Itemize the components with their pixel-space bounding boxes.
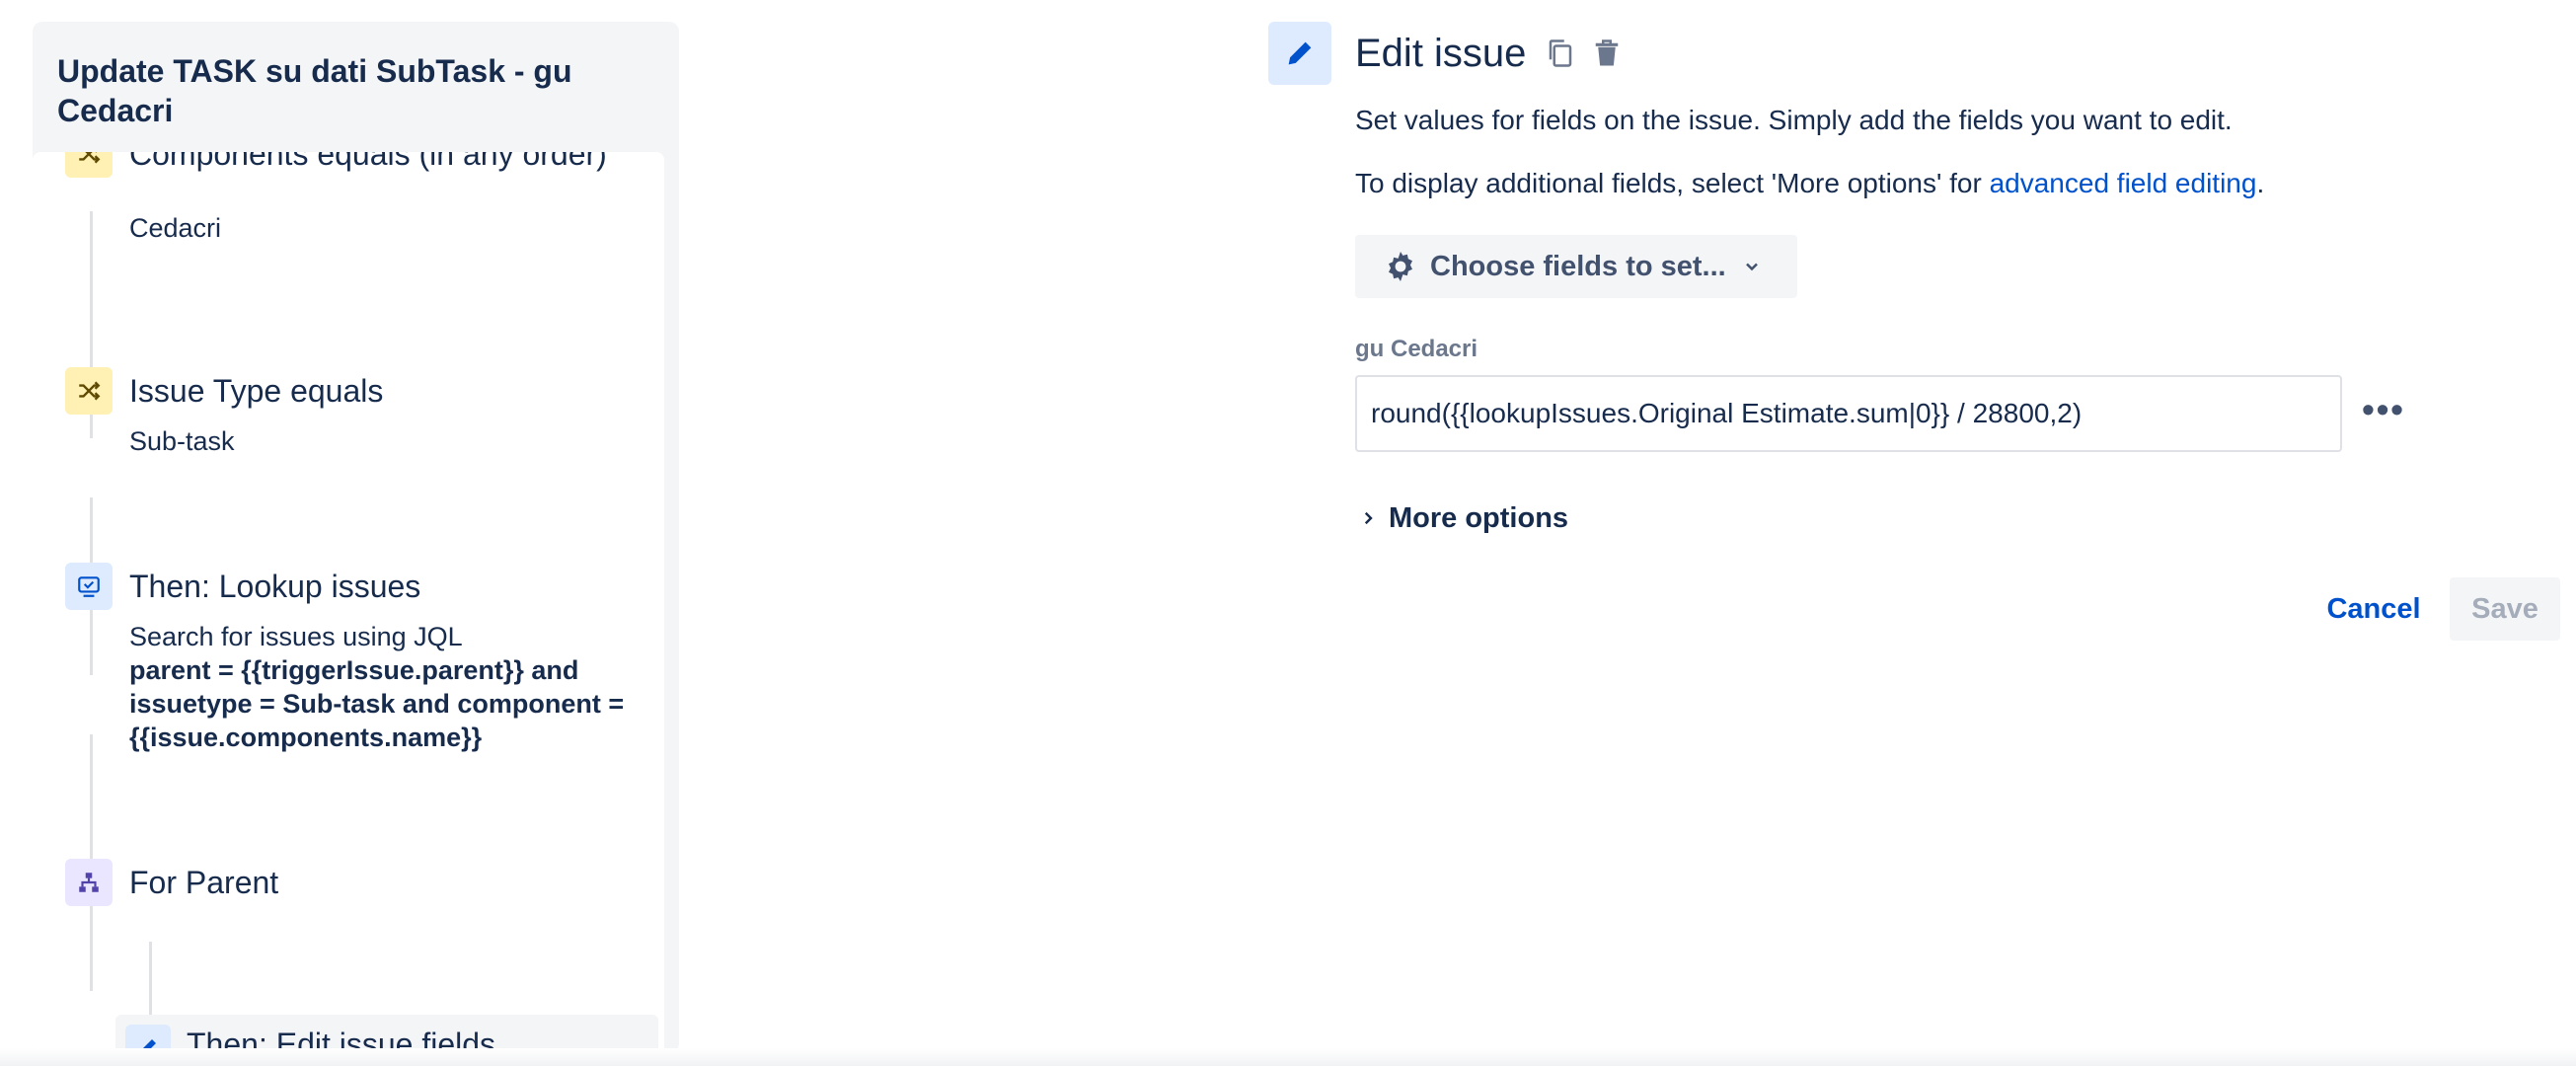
lookup-icon: [65, 563, 113, 610]
rule-step-list[interactable]: Components equals (in any order) Cedacri…: [33, 152, 664, 1053]
chevron-right-icon: [1359, 503, 1377, 534]
choose-fields-button[interactable]: Choose fields to set...: [1355, 235, 1797, 298]
step-issue-type-condition[interactable]: Issue Type equals Sub-task: [65, 367, 657, 466]
step-lookup-issues[interactable]: Then: Lookup issues Search for issues us…: [65, 563, 657, 760]
gear-icon: [1383, 249, 1418, 284]
gu-cedacri-field[interactable]: [1355, 375, 2342, 452]
more-options-toggle[interactable]: More options: [1355, 498, 1568, 538]
trash-icon[interactable]: [1588, 34, 1626, 73]
jql-query: parent = {{triggerIssue.parent}} and iss…: [129, 655, 625, 752]
bottom-edge: [0, 1048, 2576, 1066]
hierarchy-icon: [65, 859, 113, 906]
step-title: Issue Type equals: [129, 373, 384, 409]
field-label: gu Cedacri: [1355, 336, 1478, 362]
chevron-down-icon: [1742, 257, 1762, 276]
step-subtitle: Sub-task: [129, 426, 235, 456]
step-components-condition[interactable]: Components equals (in any order) Cedacri: [65, 152, 657, 249]
step-subtitle: Search for issues using JQL: [129, 622, 463, 651]
save-button[interactable]: Save: [2450, 577, 2560, 641]
shuffle-icon: [65, 152, 113, 178]
description-suffix: .: [2256, 168, 2265, 198]
more-actions-icon[interactable]: •••: [2359, 389, 2408, 429]
rule-title: Update TASK su dati SubTask - gu Cedacri: [57, 53, 572, 128]
copy-icon[interactable]: [1542, 34, 1579, 73]
step-title: For Parent: [129, 865, 279, 900]
panel-title: Edit issue: [1355, 32, 1527, 75]
description-text-advanced: To display additional fields, select 'Mo…: [1355, 166, 2264, 201]
step-title: Components equals (in any order): [129, 152, 607, 172]
description-prefix: To display additional fields, select 'Mo…: [1355, 168, 1990, 198]
cancel-button[interactable]: Cancel: [2314, 577, 2433, 641]
rule-panel: Update TASK su dati SubTask - gu Cedacri…: [33, 22, 679, 1053]
description-text: Set values for fields on the issue. Simp…: [1355, 105, 2233, 135]
pencil-icon: [1268, 22, 1331, 85]
more-options-label: More options: [1389, 501, 1569, 534]
advanced-field-editing-link[interactable]: advanced field editing: [1990, 168, 2257, 198]
choose-fields-label: Choose fields to set...: [1430, 250, 1726, 282]
step-subtitle: Cedacri: [129, 213, 222, 243]
shuffle-icon: [65, 367, 113, 415]
step-for-parent-branch[interactable]: For Parent: [65, 859, 657, 918]
step-title: Then: Lookup issues: [129, 569, 421, 604]
